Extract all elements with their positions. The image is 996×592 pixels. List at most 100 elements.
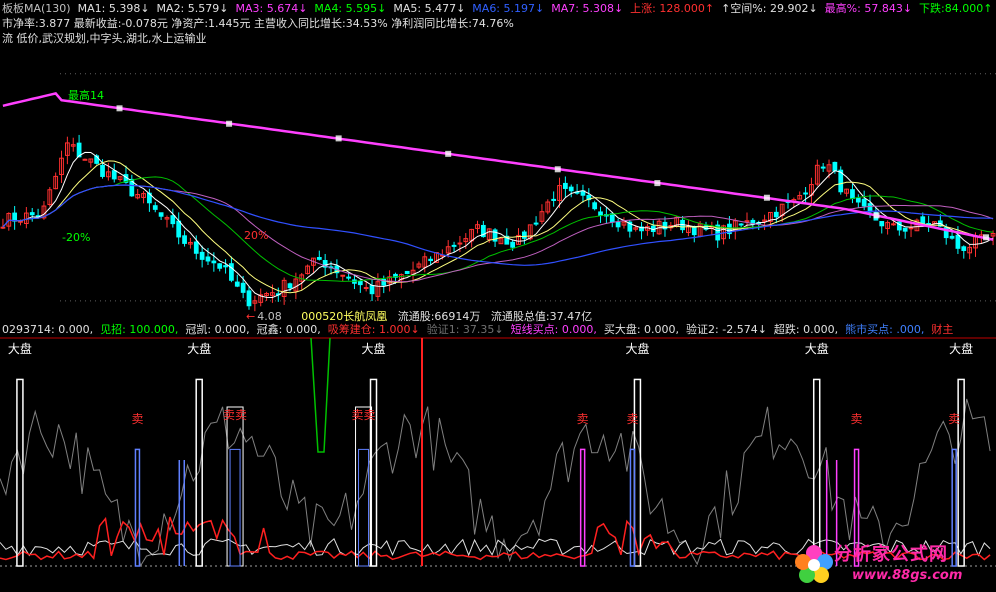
candle-body (879, 221, 885, 227)
long-ma-marker-3 (445, 150, 452, 157)
stock-info-line: ← 4.08 000520长航凤凰 流通股:66914万 流通股总值:37.47亿 (246, 310, 599, 324)
header-item-5: MA5: 5.477↓ (393, 2, 466, 15)
candle-body (363, 287, 369, 290)
maimai-label-1: 卖卖 (351, 408, 376, 422)
long-ma-marker-5 (654, 180, 661, 187)
header-item-6: MA6: 5.197↓ (472, 2, 545, 15)
candle-body (920, 216, 926, 225)
candle-body (246, 290, 252, 307)
candle-body (850, 189, 855, 200)
mai-spike-2 (629, 448, 636, 567)
watermark-title: 分析家公式网 (834, 544, 948, 565)
candle-body (592, 202, 598, 210)
candle-body (820, 166, 826, 169)
pct-20-label: 20% (244, 229, 269, 242)
flower-logo-icon (795, 545, 833, 583)
candle-body (891, 223, 896, 226)
candle-body (949, 235, 955, 239)
dapan-label-2: 大盘 (361, 342, 386, 356)
info-line-1: 市净率:3.877 最新收益:-0.078元 净资产:1.445元 主营收入同比… (2, 17, 514, 30)
dapan-label-1: 大盘 (187, 342, 212, 356)
indicator-item-7: 买大盘: 0.000, (603, 323, 680, 336)
long-ma-marker-0 (116, 105, 123, 112)
candle-body (867, 203, 873, 213)
high-tag-label: 最高14 (68, 89, 104, 102)
indicator-item-2: 冠凯: 0.000, (185, 323, 250, 336)
low-arrow: ← (246, 310, 256, 323)
header-item-0: 板板MA(130) (2, 2, 71, 15)
float-shares: 流通股:66914万 (397, 310, 481, 323)
dapan-spike-0 (16, 378, 24, 567)
indicator-item-4: 吸筹建仓: 1.000↓ (327, 323, 420, 336)
candle-body (287, 283, 293, 289)
indicator-item-6: 短线买点: 0.000, (510, 323, 597, 336)
candle-body (961, 246, 967, 251)
candle-body (316, 257, 322, 260)
indicator-item-1: 见招: 100.000, (100, 323, 179, 336)
dapan-label-5: 大盘 (949, 342, 974, 356)
indicator-item-0: 0293714: 0.000, (2, 323, 94, 336)
dapan-label-4: 大盘 (804, 342, 829, 356)
candle-body (598, 211, 603, 217)
candle-body (521, 231, 527, 239)
maimai-box-1 (355, 406, 373, 567)
ma10-line (2, 160, 994, 294)
maimai-label-0: 卖卖 (223, 408, 248, 422)
long-ma-marker-6 (763, 194, 770, 201)
watermark: 分析家公式网 www.88gs.com (794, 540, 990, 588)
candle-body (205, 256, 211, 262)
maimai-inner-1 (358, 448, 370, 567)
candle-body (18, 220, 23, 223)
float-value: 流通股总值:37.47亿 (490, 310, 593, 323)
mai-label-2: 卖 (626, 412, 639, 426)
mai-label-3: 卖 (850, 412, 863, 426)
mai-label-0: 卖 (131, 412, 144, 426)
header-bar: 板板MA(130) MA1: 5.398↓ MA2: 5.579↓ MA3: 5.67… (2, 2, 996, 16)
long-ma-line (2, 92, 994, 241)
candle-body (803, 192, 808, 195)
dapan-label-3: 大盘 (625, 342, 650, 356)
candle-body (29, 212, 35, 216)
candle-body (234, 281, 240, 287)
indicator-item-9: 超跌: 0.000, (773, 323, 839, 336)
candle-body (738, 223, 744, 226)
ma5-line (2, 151, 994, 299)
indicator-item-5: 验证1: 37.35↓ (426, 323, 504, 336)
candle-body (100, 164, 105, 177)
candle-body (82, 158, 88, 161)
info-line-2: 流 低价,武汉规划,中字头,湖北,水上运输业 (2, 32, 207, 45)
header-item-9: ↑空间%: 29.902↓ (721, 2, 818, 15)
header-item-8: 上涨: 128.000↑ (630, 2, 715, 15)
indicator-item-11: 财主 (931, 323, 954, 336)
maimai-box-0 (226, 406, 244, 567)
header-item-4: MA4: 5.595↓ (314, 2, 387, 15)
watermark-url: www.88gs.com (852, 568, 963, 583)
indicator-item-3: 冠鑫: 0.000, (256, 323, 321, 336)
long-ma-marker-4 (554, 166, 561, 173)
candle-body (563, 182, 568, 189)
candle-body (773, 211, 779, 218)
candle-body (223, 265, 228, 268)
candle-body (340, 274, 346, 277)
low-price-label: 4.08 (257, 310, 282, 323)
candle-body (615, 221, 621, 228)
candle-body (451, 244, 457, 247)
mai-label-1: 卖 (576, 412, 589, 426)
candle-body (357, 280, 363, 286)
candle-body (902, 227, 908, 232)
long-ma-marker-1 (226, 120, 233, 127)
candle-body (199, 251, 205, 260)
candle-body (211, 260, 217, 264)
candle-body (229, 263, 234, 281)
candle-body (691, 226, 697, 236)
long-ma-marker-7 (873, 212, 880, 219)
candle-body (955, 234, 961, 249)
candle-body (170, 215, 176, 225)
candle-body (176, 220, 182, 238)
candle-body (832, 161, 838, 172)
candle-body (240, 282, 246, 293)
candle-body (152, 205, 158, 210)
candle-body (510, 241, 516, 248)
candle-body (551, 198, 557, 201)
candle-body (369, 285, 375, 295)
